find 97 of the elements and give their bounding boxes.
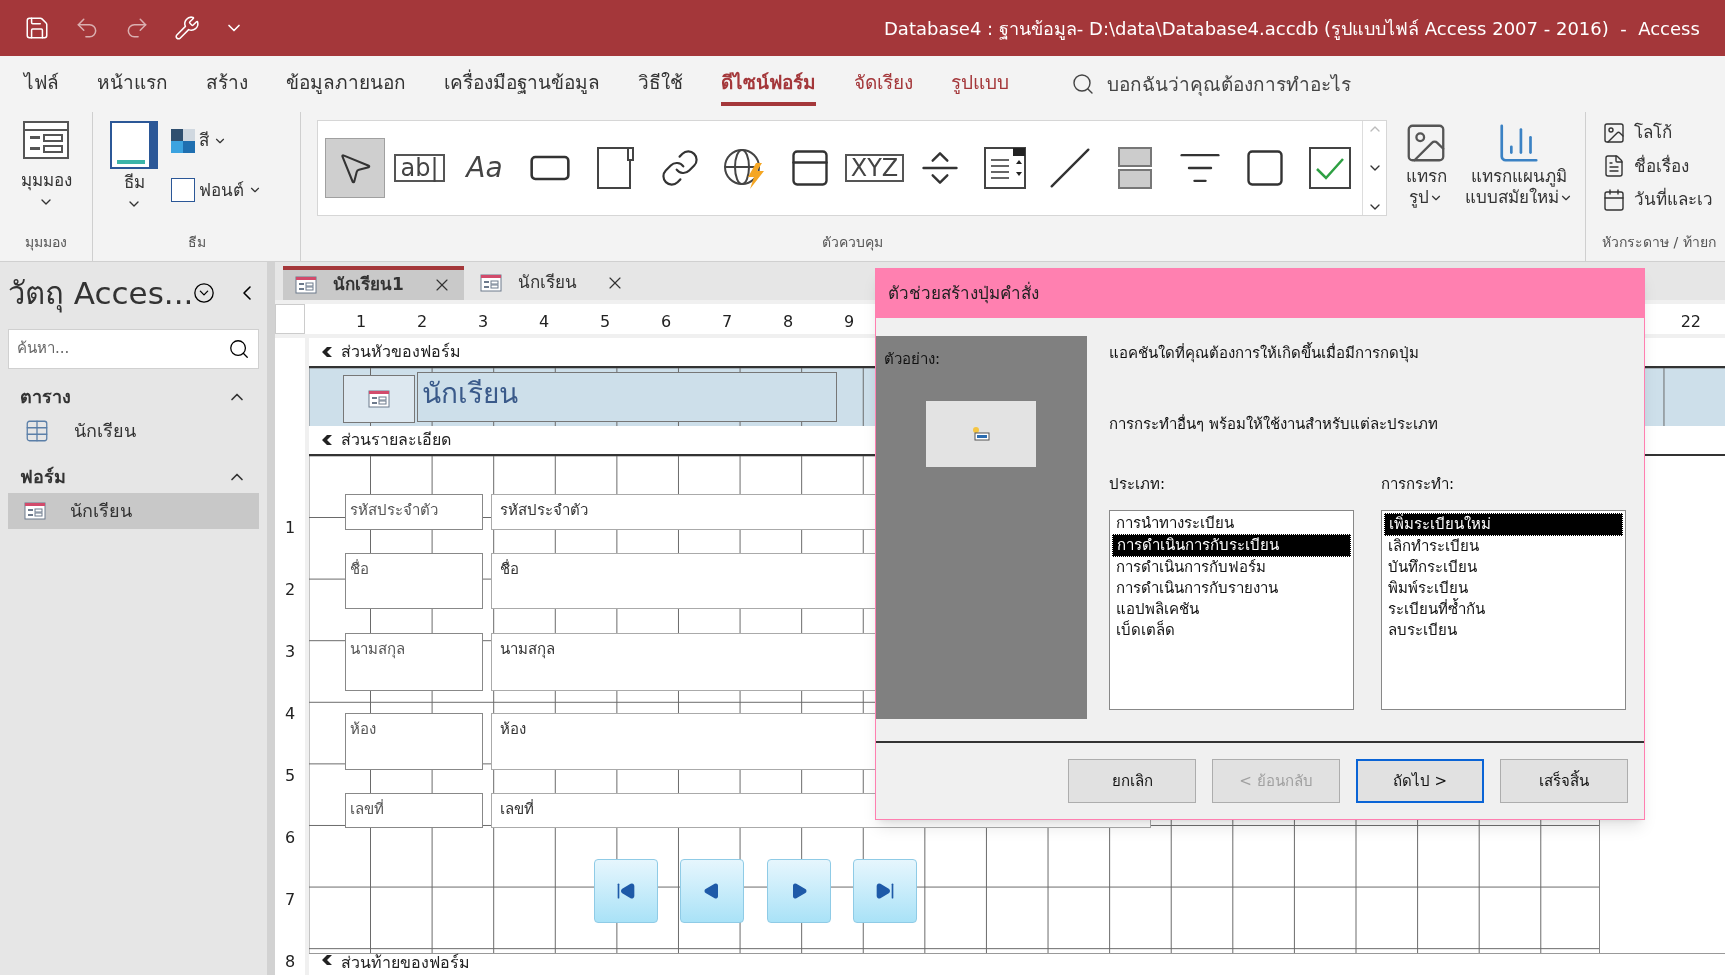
control-tool[interactable]: Aa — [454, 138, 515, 198]
combo-box-icon — [982, 146, 1027, 190]
ribbon-tab[interactable]: วิธีใช้ — [638, 62, 683, 106]
search-icon — [1071, 72, 1095, 96]
field-label[interactable]: เลขที่ — [345, 793, 483, 828]
form-title: นักเรียน — [417, 372, 837, 422]
list-box[interactable]: เพิ่มระเบียนใหม่ เลิกทำระเบียน บันทึกระเบียน พิมพ์ระเบียน ระเบียนที่ซ้ำกัน ลบระเบียน — [1381, 509, 1626, 710]
list-option[interactable]: เพิ่มระเบียนใหม่ — [1384, 512, 1623, 536]
fonts-button[interactable]: ฟอนต์ — [171, 177, 262, 203]
ribbon-tab[interactable]: เครื่องมือฐานข้อมูล — [444, 62, 600, 106]
ribbon-tab[interactable]: หน้าแรก — [97, 62, 168, 106]
section-marker-icon — [321, 346, 333, 358]
tab-control-icon — [594, 146, 635, 190]
control-tool[interactable] — [324, 138, 385, 198]
new-record-icon — [972, 426, 990, 441]
record-nav-button[interactable] — [767, 859, 831, 923]
list-option[interactable]: การดำเนินการกับระเบียน — [1112, 533, 1351, 557]
save-icon[interactable] — [24, 15, 50, 41]
control-glyph: Aa — [464, 154, 504, 182]
form-icon — [368, 390, 390, 408]
form-icon — [479, 274, 502, 292]
record-nav-button[interactable] — [594, 859, 658, 923]
search-field[interactable]: ค้นหา... — [8, 328, 259, 369]
view-button[interactable]: มุมมอง — [20, 120, 72, 210]
check-box-icon — [1307, 146, 1352, 190]
field-label[interactable]: รหัสประจำตัว — [345, 494, 483, 530]
field-label[interactable]: นามสกุล — [345, 633, 483, 691]
section-bar: ส่วนท้ายของฟอร์ม — [309, 953, 1725, 975]
header-footer-button[interactable]: วันที่และเว — [1602, 187, 1725, 213]
group-label: หัวกระดาษ / ท้ายก — [1602, 233, 1717, 252]
tell-me-field[interactable]: บอกฉันว่าคุณต้องการทำอะไร — [1071, 69, 1351, 99]
form-view-icon — [22, 120, 70, 160]
insert-chart-button[interactable]: แทรกแผนภูมิ แบบสมัยใหม่ — [1465, 120, 1573, 209]
ribbon-tab[interactable]: จัดเรียง — [854, 62, 913, 106]
group-label: ธีม — [186, 233, 207, 252]
dropdown-icon[interactable] — [193, 282, 216, 305]
group-header[interactable]: ตาราง — [8, 380, 259, 413]
dialog-button[interactable]: เสร็จสิ้น — [1500, 759, 1628, 803]
nav-item[interactable]: นักเรียน — [8, 492, 259, 529]
form-icon — [295, 276, 317, 294]
first-record-icon — [616, 881, 636, 901]
sample-label: ตัวอย่าง: — [883, 349, 942, 370]
list-option[interactable]: บันทึกระเบียน — [1384, 556, 1623, 578]
group-label: ตัวควบคุม — [820, 233, 884, 253]
previous-record-icon — [703, 882, 721, 900]
insert-image-button[interactable]: แทรก รูป — [1403, 120, 1449, 209]
group-label: มุมมอง — [25, 233, 67, 253]
ribbon-tab[interactable]: ดีไซน์ฟอร์ม — [721, 62, 816, 106]
list-option[interactable]: ลบระเบียน — [1384, 619, 1623, 641]
line-icon — [1047, 146, 1092, 190]
ribbon-tab[interactable]: ข้อมูลภายนอก — [286, 62, 406, 106]
theme-button[interactable]: ธีม — [109, 120, 159, 212]
ribbon-tab[interactable]: ไฟล์ — [24, 62, 59, 106]
list-option[interactable]: พิมพ์ระเบียน — [1384, 577, 1623, 599]
header-item-icon — [1602, 120, 1626, 145]
vertical-ruler: 1 2 3 4 5 6 7 8 — [275, 338, 305, 975]
dialog-button[interactable]: ยกเลิก — [1068, 759, 1196, 803]
record-nav-button[interactable] — [853, 859, 917, 923]
list-box[interactable]: การนำทางระเบียน การดำเนินการกับระเบียน การดำเนินการกับฟอร์ม การดำเนินการกับรายงาน แอปพลิเคชัน เบ็ดเตล็ด — [1109, 509, 1354, 710]
last-record-icon — [875, 881, 895, 901]
horizontal-ruler: 1 2 3 4 5 6 7 8 9 22 — [354, 311, 1702, 333]
font-icon — [171, 178, 195, 203]
header-item-icon — [1602, 187, 1626, 212]
control-tool[interactable]: XYZ — [844, 138, 905, 198]
form-icon — [24, 501, 46, 520]
header-footer-button[interactable]: โลโก้ — [1602, 120, 1725, 146]
pane-title: วัตถุ Acces... — [8, 274, 194, 315]
window-title: Database4 : ฐานข้อมูล- D:\data\Database4.accdb (รูปแบบไฟล์ Access 2007 - 2016) - Access — [884, 16, 1700, 42]
tools-icon[interactable] — [174, 15, 200, 41]
field-label[interactable]: ชื่อ — [345, 553, 483, 609]
nav-item[interactable]: นักเรียน — [8, 412, 259, 449]
header-item-icon — [1602, 154, 1626, 179]
next-record-icon — [790, 882, 808, 900]
search-icon — [228, 337, 250, 360]
color-swatch-icon — [171, 128, 195, 153]
ribbon-tab[interactable]: สร้าง — [206, 62, 248, 106]
control-glyph: ab| — [394, 154, 445, 182]
control-tool[interactable]: ab| — [389, 138, 450, 198]
document-tab[interactable]: นักเรียน1 — [283, 266, 464, 300]
list-option[interactable]: เลิกทำระเบียน — [1384, 535, 1623, 557]
list-label: ประเภท: — [1109, 474, 1167, 495]
list-label: การกระทำ: — [1381, 474, 1456, 495]
colors-button[interactable]: สี — [171, 128, 262, 154]
dialog-title: ตัวช่วยสร้างปุ่มคำสั่ง — [888, 280, 1039, 306]
control-glyph: XYZ — [844, 154, 905, 182]
field-label[interactable]: ห้อง — [345, 713, 483, 770]
record-nav-button[interactable] — [680, 859, 744, 923]
header-footer-button[interactable]: ชื่อเรื่อง — [1602, 153, 1725, 179]
ribbon-tab[interactable]: รูปแบบ — [951, 62, 1009, 106]
toggle-button-icon — [1116, 146, 1153, 190]
list-option[interactable]: ระเบียนที่ซ้ำกัน — [1384, 598, 1623, 620]
dialog-button[interactable]: ถัดไป > — [1356, 759, 1484, 803]
link-icon — [659, 148, 700, 188]
section-marker-icon — [321, 434, 333, 446]
prompt-text: แอคชันใดที่คุณต้องการให้เกิดขึ้นเมื่อมีการกดปุ่ม — [1109, 342, 1420, 365]
group-header[interactable]: ฟอร์ม — [8, 460, 259, 493]
theme-icon — [109, 120, 159, 170]
